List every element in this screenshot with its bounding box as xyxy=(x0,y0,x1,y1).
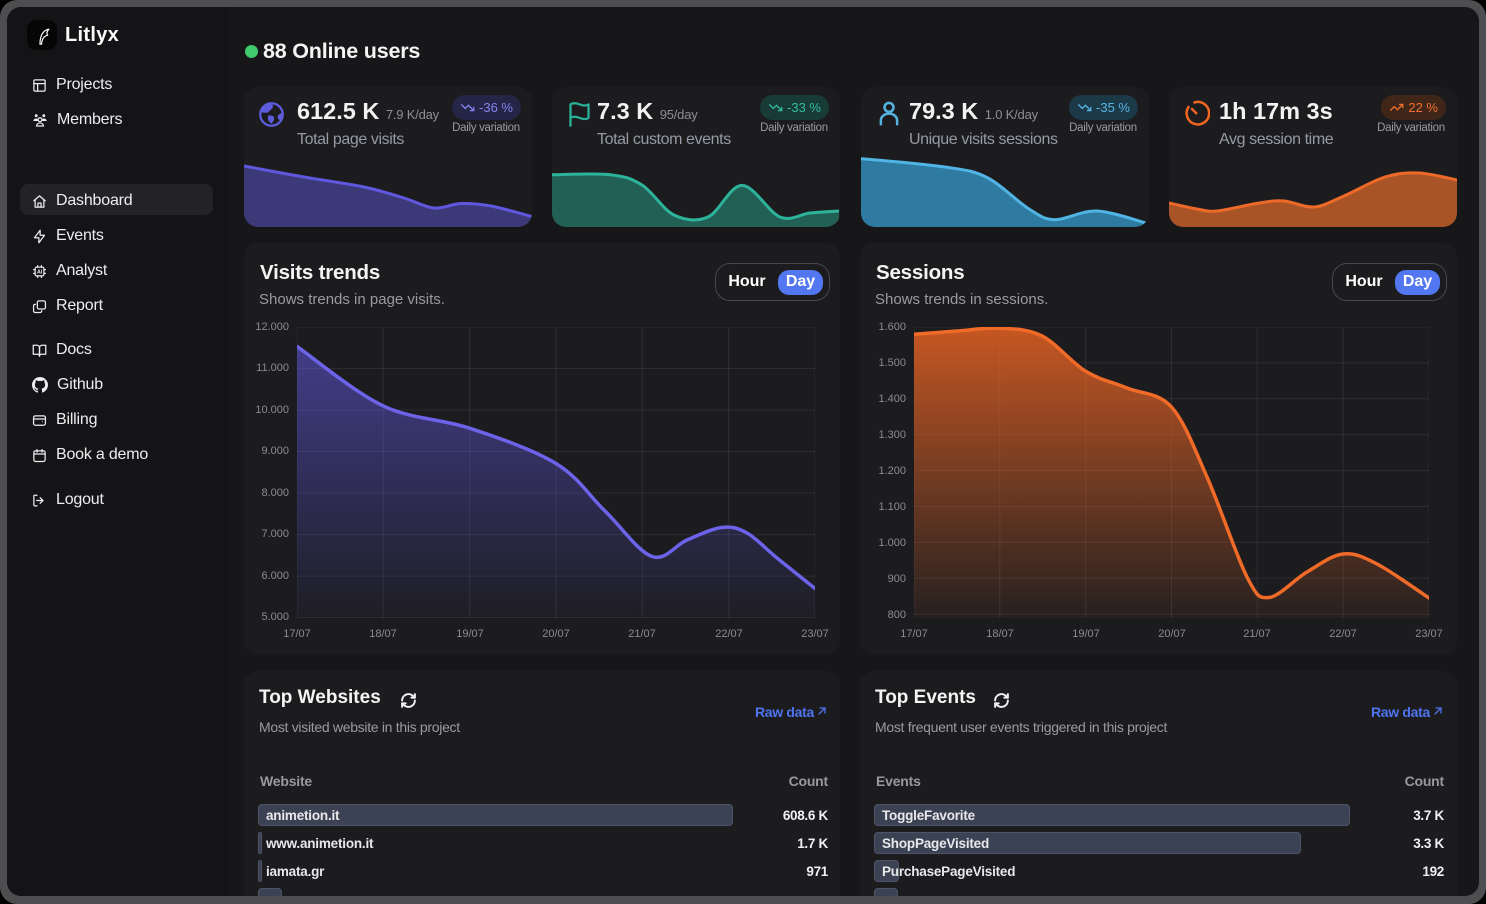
svg-text:AI: AI xyxy=(37,269,43,275)
